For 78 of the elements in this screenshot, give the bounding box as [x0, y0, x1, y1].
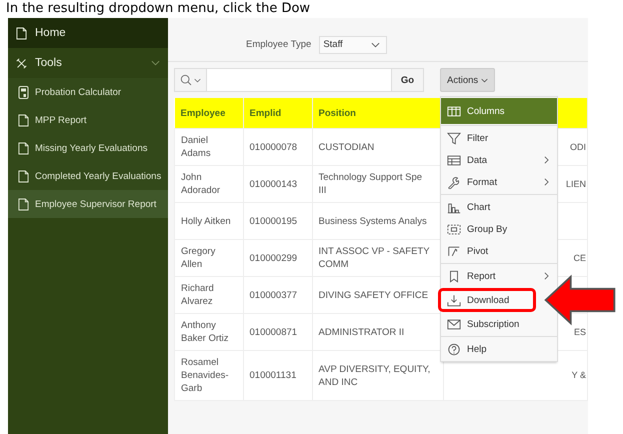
table-cell: Gregory Allen — [181, 246, 216, 270]
bar-chart-icon — [447, 200, 461, 214]
table-cell: LIEN — [566, 178, 586, 188]
menu-item[interactable]: Help — [441, 338, 557, 360]
table-cell: Anthony Baker Ortiz — [181, 320, 229, 344]
menu-item[interactable]: Columns — [441, 98, 557, 124]
nav-item[interactable]: Home — [8, 18, 168, 48]
page-icon — [18, 142, 29, 154]
table-cell: INT ASSOC VP - SAFETY COMM — [318, 246, 430, 270]
page-icon — [18, 114, 29, 126]
table-cell: 010000871 — [250, 326, 298, 338]
table-cell: CUSTODIAN — [318, 142, 374, 152]
bookmark-icon — [447, 270, 461, 282]
table-cell: CE — [573, 252, 586, 262]
column-header[interactable]: Position — [312, 98, 443, 128]
caret-icon — [371, 42, 380, 48]
table-cell: Technology Support Spe III — [318, 172, 422, 196]
table-cell: 010000078 — [250, 142, 298, 152]
calculator-icon — [18, 86, 29, 98]
nav-item[interactable]: Missing Yearly Evaluations — [8, 134, 168, 162]
table-cell: ES — [574, 326, 586, 336]
menu-item[interactable]: Format — [441, 171, 557, 193]
column-header[interactable]: Employee — [174, 98, 243, 128]
page-icon — [16, 26, 27, 40]
chevron-icon — [544, 156, 549, 164]
chevron-icon — [544, 272, 549, 280]
chevron-icon — [151, 60, 160, 66]
search-icon — [180, 74, 192, 86]
filter-label: Employee Type — [246, 39, 312, 50]
employee-type-select[interactable]: Staff — [319, 36, 388, 54]
search-field[interactable] — [174, 68, 392, 92]
caret-icon — [481, 78, 488, 82]
chevron-icon — [544, 178, 549, 186]
menu-item[interactable]: Data — [441, 149, 557, 171]
table-cell: Business Systems Analys — [318, 216, 427, 226]
caret-icon — [194, 78, 201, 82]
menu-item[interactable]: Group By — [441, 218, 557, 240]
table-cell: Holly Aitken — [181, 216, 231, 226]
nav-item[interactable]: Completed Yearly Evaluations — [8, 162, 168, 190]
pivot-icon — [447, 244, 461, 258]
table-cell: Daniel Adams — [181, 135, 211, 159]
menu-item[interactable]: Chart — [441, 196, 557, 218]
nav-item[interactable]: Employee Supervisor Report — [8, 190, 168, 218]
actions-button[interactable]: Actions — [440, 68, 496, 92]
table-cell: 010000143 — [250, 178, 298, 190]
table-icon — [447, 154, 461, 166]
tools-icon — [16, 56, 27, 70]
go-button[interactable]: Go — [392, 68, 424, 92]
table-cell: ADMINISTRATOR II — [318, 326, 404, 338]
table-cell: Y & — [572, 370, 586, 380]
menu-item[interactable]: Pivot — [441, 240, 557, 262]
table-cell: Richard Alvarez — [181, 283, 214, 307]
column-header[interactable]: Emplid — [243, 98, 312, 128]
help-icon — [447, 342, 461, 356]
table-cell: DIVING SAFETY OFFICE — [318, 290, 428, 300]
menu-item[interactable]: Download — [438, 288, 536, 312]
instruction-text: In the resulting dropdown menu, click the Dow — [5, 0, 312, 18]
group-icon — [447, 222, 461, 236]
nav-item[interactable]: MPP Report — [8, 106, 168, 134]
table-cell: 010000195 — [250, 216, 298, 226]
table-cell: 010001131 — [250, 370, 296, 381]
nav-item[interactable]: Probation Calculator — [8, 78, 168, 106]
table-cell: AVP DIVERSITY, EQUITY, AND INC — [318, 364, 430, 388]
menu-item[interactable]: Report — [441, 265, 557, 287]
wrench-icon — [447, 176, 461, 188]
table-cell: John Adorador — [181, 172, 220, 196]
table-cell: 010000299 — [250, 252, 298, 264]
envelope-icon — [447, 318, 461, 330]
table-cell: 010000377 — [250, 290, 298, 300]
menu-item[interactable]: Subscription — [441, 313, 557, 335]
table-cell: Rosamel Benavides-Garb — [181, 357, 229, 394]
table-cell: ODI — [570, 142, 586, 152]
columns-icon — [447, 104, 461, 118]
page-icon — [18, 170, 29, 182]
filter-icon — [447, 132, 461, 144]
page-icon — [18, 198, 29, 210]
download-icon — [447, 294, 461, 306]
menu-item[interactable]: Filter — [441, 127, 557, 149]
